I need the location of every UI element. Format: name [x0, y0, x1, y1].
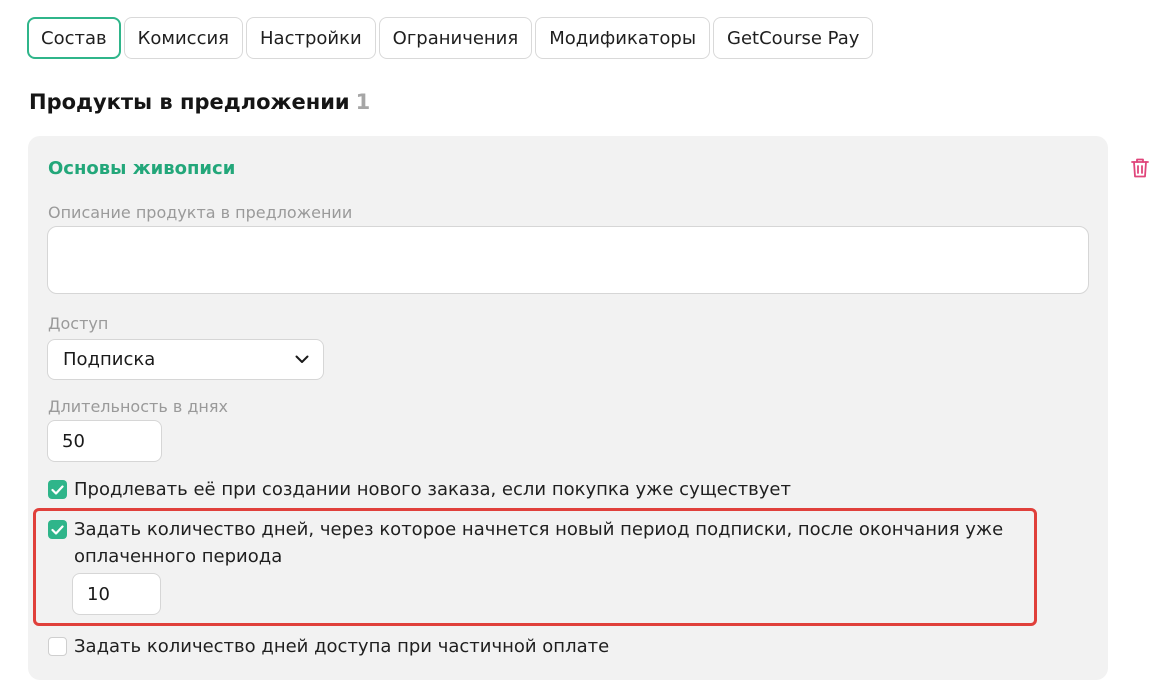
- partial-checkbox[interactable]: [48, 637, 67, 656]
- delay-days-input[interactable]: 10: [72, 573, 161, 615]
- product-name[interactable]: Основы живописи: [48, 158, 235, 179]
- trash-icon[interactable]: [1130, 157, 1150, 179]
- extend-label: Продлевать её при создании нового заказа…: [74, 479, 791, 500]
- delay-checkbox[interactable]: [48, 520, 67, 539]
- duration-label: Длительность в днях: [48, 397, 228, 416]
- description-label: Описание продукта в предложении: [48, 203, 353, 222]
- tab-getcourse-pay[interactable]: GetCourse Pay: [713, 17, 874, 59]
- section-title: Продукты в предложении 1: [29, 90, 370, 114]
- partial-option[interactable]: Задать количество дней доступа при части…: [48, 633, 609, 660]
- tab-restrictions[interactable]: Ограничения: [378, 17, 533, 59]
- tab-sostav[interactable]: Состав: [27, 17, 121, 59]
- access-label: Доступ: [48, 314, 109, 333]
- check-icon: [51, 484, 64, 495]
- tab-commission[interactable]: Комиссия: [123, 17, 243, 59]
- check-icon: [51, 524, 64, 535]
- products-count: 1: [355, 90, 371, 114]
- access-select[interactable]: Подписка: [47, 339, 324, 380]
- partial-label: Задать количество дней доступа при части…: [74, 636, 610, 657]
- duration-input[interactable]: 50: [47, 420, 162, 462]
- tab-modifiers[interactable]: Модификаторы: [535, 17, 711, 59]
- tab-settings[interactable]: Настройки: [246, 17, 376, 59]
- section-title-text: Продукты в предложении: [29, 90, 350, 114]
- delay-label: Задать количество дней, через которое на…: [74, 519, 1004, 567]
- delay-option[interactable]: Задать количество дней, через которое на…: [48, 516, 1033, 570]
- extend-checkbox[interactable]: [48, 480, 67, 499]
- chevron-down-icon: [295, 355, 309, 363]
- access-select-value: Подписка: [63, 349, 156, 370]
- tab-bar: Состав Комиссия Настройки Ограничения Мо…: [27, 17, 874, 59]
- description-textarea[interactable]: [47, 226, 1089, 294]
- extend-option[interactable]: Продлевать её при создании нового заказа…: [48, 476, 791, 503]
